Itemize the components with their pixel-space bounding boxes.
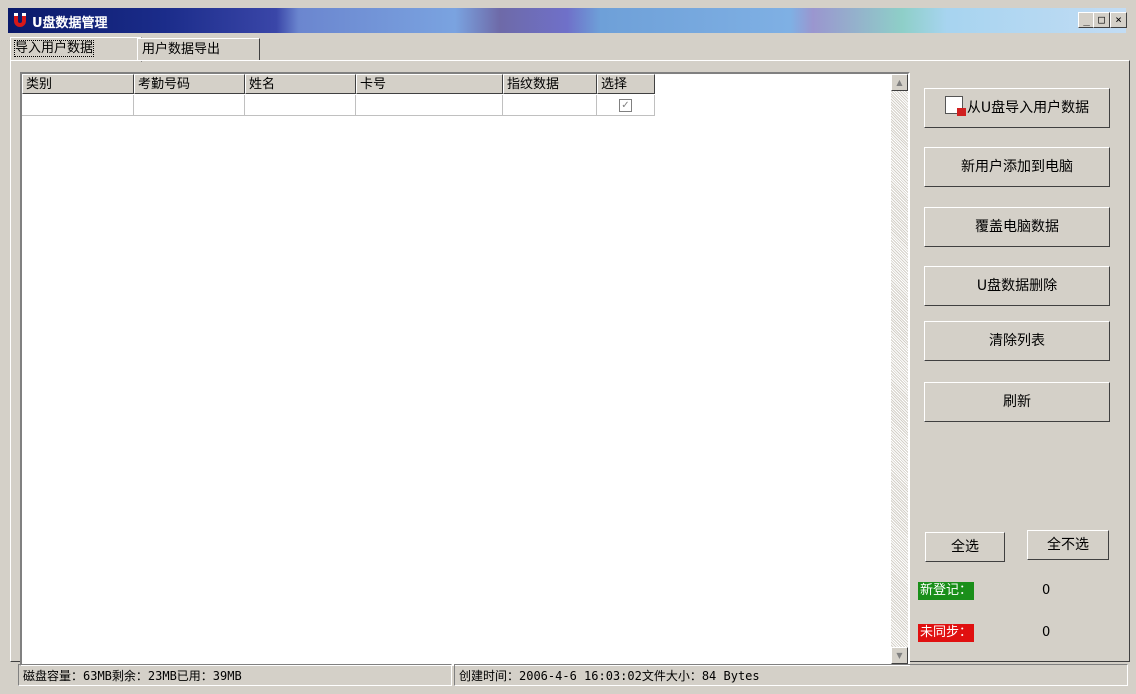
column-header-category[interactable]: 类别 [22,74,134,94]
column-header-card-no[interactable]: 卡号 [356,74,503,94]
title-bar: U盘数据管理 _ □ × [8,8,1127,33]
select-none-button[interactable]: 全不选 [1027,530,1109,560]
user-list[interactable]: 类别 考勤号码 姓名 卡号 指纹数据 选择 ✓ ▲ ▼ [20,72,910,666]
cell-select: ✓ [597,95,655,116]
column-header-attendance-no[interactable]: 考勤号码 [134,74,245,94]
delete-u-disk-data-button[interactable]: U盘数据删除 [924,266,1110,306]
row-select-checkbox[interactable]: ✓ [619,99,632,112]
tab-export-users[interactable]: 用户数据导出 [137,38,260,61]
window-title: U盘数据管理 [32,16,108,31]
cell-category [22,95,134,116]
refresh-button[interactable]: 刷新 [924,382,1110,422]
cell-name [245,95,356,116]
tab-import-label: 导入用户数据 [13,40,95,57]
column-header-select[interactable]: 选择 [597,74,655,94]
import-button-label: 从U盘导入用户数据 [966,100,1090,116]
scroll-up-icon[interactable]: ▲ [891,74,908,91]
overwrite-pc-data-button[interactable]: 覆盖电脑数据 [924,207,1110,247]
new-registered-label: 新登记： [918,582,975,600]
cell-attendance-no [134,95,245,116]
close-button[interactable]: × [1110,12,1127,28]
maximize-button[interactable]: □ [1093,12,1110,28]
app-logo-icon [14,13,26,27]
vertical-scrollbar[interactable]: ▲ ▼ [891,74,908,664]
tab-export-label: 用户数据导出 [142,42,221,57]
new-registered-count: 0 [1042,583,1051,598]
tab-import-users[interactable]: 导入用户数据 [10,37,142,62]
select-all-button[interactable]: 全选 [925,532,1005,562]
unsynced-count: 0 [1042,625,1051,640]
cell-card-no [356,95,503,116]
column-header-name[interactable]: 姓名 [245,74,356,94]
scroll-down-icon[interactable]: ▼ [891,647,908,664]
add-new-user-to-pc-button[interactable]: 新用户添加到电脑 [924,147,1110,187]
import-from-u-disk-button[interactable]: 从U盘导入用户数据 [924,88,1110,128]
unsynced-label: 未同步： [918,624,975,642]
clear-list-button[interactable]: 清除列表 [924,321,1110,361]
import-doc-icon [944,96,966,116]
cell-fingerprint [503,95,597,116]
status-disk-capacity: 磁盘容量：63MB剩余：23MB已用：39MB [18,664,452,686]
column-header-fingerprint[interactable]: 指纹数据 [503,74,597,94]
status-file-info: 创建时间：2006-4-6 16:03:02文件大小：84 Bytes [454,664,1128,686]
